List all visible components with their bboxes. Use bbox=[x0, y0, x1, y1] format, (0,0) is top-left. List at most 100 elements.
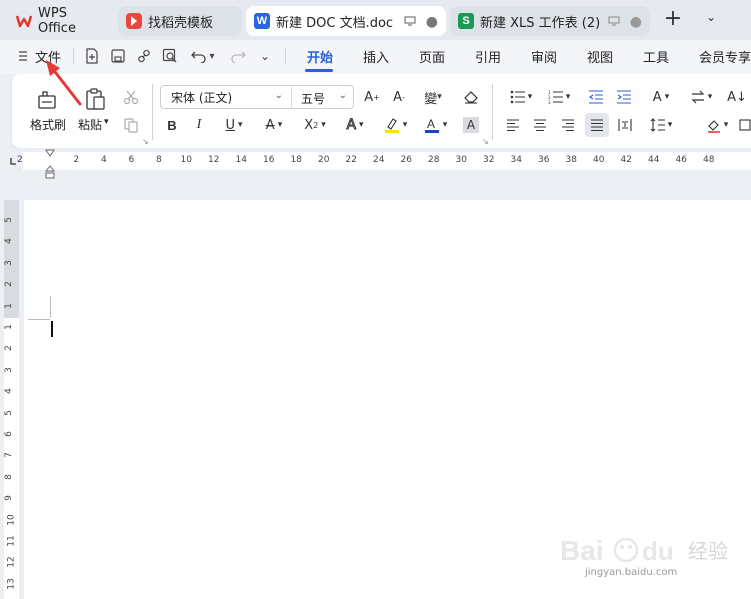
undo-dropdown-icon[interactable]: ▾ bbox=[206, 47, 218, 65]
ruler-number: 3 bbox=[3, 259, 14, 266]
menu-references[interactable]: 引用 bbox=[475, 47, 501, 66]
ruler-number: 8 bbox=[3, 473, 14, 480]
superscript-icon[interactable]: X 2 ▾ bbox=[300, 116, 330, 134]
menu-member[interactable]: 会员专享 bbox=[699, 47, 751, 66]
font-selector[interactable]: 宋体 (正文) ⌄ 五号 ⌄ bbox=[160, 85, 354, 109]
decrease-indent-icon[interactable] bbox=[587, 88, 605, 106]
align-left-icon[interactable] bbox=[504, 116, 522, 134]
paste-label[interactable]: 粘贴 bbox=[78, 116, 102, 133]
text-cursor bbox=[51, 321, 53, 337]
unsaved-dot-icon[interactable]: ● bbox=[426, 14, 438, 30]
redo-icon[interactable] bbox=[229, 47, 247, 65]
tab-bar: WPS Office 找稻壳模板 W 新建 DOC 文档.doc ● S 新建 … bbox=[0, 0, 751, 40]
ruler-number: 18 bbox=[290, 155, 302, 165]
hamburger-menu-icon[interactable] bbox=[14, 47, 32, 65]
font-name-dropdown-icon[interactable]: ⌄ bbox=[275, 90, 283, 101]
text-effect-icon[interactable]: A ▾ bbox=[340, 116, 370, 134]
menu-tools[interactable]: 工具 bbox=[643, 47, 669, 66]
ruler-number: 22 bbox=[345, 155, 357, 165]
wps-logo-icon bbox=[16, 13, 32, 29]
ruler-number: 2 bbox=[73, 155, 80, 165]
ruler-number: 26 bbox=[400, 155, 412, 165]
highlight-color-icon[interactable]: ▾ bbox=[380, 116, 410, 134]
ruler-number: 6 bbox=[3, 431, 14, 437]
sort-icon[interactable]: A↓ bbox=[727, 88, 747, 106]
link-icon[interactable] bbox=[135, 47, 153, 65]
phonetic-guide-icon[interactable]: 變 ▾ bbox=[420, 88, 446, 107]
underline-icon[interactable]: U ▾ bbox=[220, 116, 248, 134]
watermark-text: 经验 bbox=[688, 539, 728, 563]
bullet-list-icon[interactable]: ▾ bbox=[506, 88, 536, 106]
monitor-icon[interactable] bbox=[404, 15, 416, 29]
hanging-indent-marker-icon[interactable] bbox=[44, 164, 56, 180]
ruler-number: 4 bbox=[3, 388, 14, 395]
sort-swap-icon[interactable]: ▾ bbox=[686, 88, 716, 106]
ruler-number: 6 bbox=[128, 155, 135, 165]
bold-icon[interactable]: B bbox=[163, 116, 181, 134]
justify-icon[interactable] bbox=[585, 113, 609, 137]
menu-view[interactable]: 视图 bbox=[587, 47, 613, 66]
align-right-icon[interactable] bbox=[559, 116, 577, 134]
italic-icon[interactable]: I bbox=[190, 116, 208, 134]
ruler-number: 10 bbox=[6, 513, 17, 526]
font-name-value: 宋体 (正文) bbox=[171, 90, 233, 105]
text-direction-icon[interactable]: A ▾ bbox=[646, 88, 676, 106]
menu-home[interactable]: 开始 bbox=[307, 47, 333, 66]
tab-xls-sheet[interactable]: S 新建 XLS 工作表 (2) ● bbox=[450, 6, 650, 36]
ruler-number: 24 bbox=[373, 155, 385, 165]
tab-doc-document[interactable]: W 新建 DOC 文档.doc ● bbox=[246, 6, 446, 36]
svg-text:Bai: Bai bbox=[560, 535, 604, 566]
font-color-icon[interactable]: A ▾ bbox=[420, 116, 450, 134]
paragraph-shading-icon[interactable]: ▾ bbox=[702, 116, 732, 134]
tab-wps-office[interactable]: WPS Office bbox=[8, 6, 114, 36]
more-chevron-icon[interactable]: ⌄ bbox=[256, 47, 274, 65]
tab-label: 找稻壳模板 bbox=[148, 15, 214, 31]
save-icon[interactable] bbox=[109, 47, 127, 65]
paste-icon[interactable] bbox=[82, 86, 108, 112]
new-document-icon[interactable] bbox=[83, 47, 101, 65]
dialog-launcher-icon[interactable]: ↘ bbox=[142, 137, 149, 146]
ruler-number: 2 bbox=[3, 281, 14, 288]
monitor-icon[interactable] bbox=[608, 15, 620, 29]
print-preview-icon[interactable] bbox=[161, 47, 179, 65]
line-spacing-icon[interactable]: ▾ bbox=[646, 116, 676, 134]
character-shading-icon[interactable]: A bbox=[463, 117, 479, 133]
border-icon[interactable] bbox=[738, 116, 751, 134]
menu-insert[interactable]: 插入 bbox=[363, 47, 389, 66]
align-center-icon[interactable] bbox=[531, 116, 549, 134]
active-tab-indicator bbox=[305, 69, 333, 72]
increase-font-size-icon[interactable]: A + bbox=[363, 88, 381, 106]
tab-docer[interactable]: 找稻壳模板 bbox=[118, 6, 242, 36]
ruler-number: 3 bbox=[3, 366, 14, 373]
paste-dropdown-icon[interactable]: ▾ bbox=[104, 117, 109, 127]
menu-page[interactable]: 页面 bbox=[419, 47, 445, 66]
watermark-url: jingyan.baidu.com bbox=[585, 567, 678, 578]
ruler-number: 16 bbox=[263, 155, 275, 165]
ruler-number: 11 bbox=[6, 535, 17, 547]
annotation-arrow-icon bbox=[40, 58, 84, 111]
margin-corner-mark bbox=[28, 319, 50, 320]
ruler-number: 2 bbox=[17, 155, 23, 165]
format-painter-label[interactable]: 格式刷 bbox=[30, 116, 66, 133]
decrease-font-size-icon[interactable]: A- bbox=[390, 88, 408, 106]
ruler-number: 20 bbox=[318, 155, 330, 165]
new-tab-plus-icon[interactable]: + bbox=[662, 8, 684, 30]
divider bbox=[152, 84, 153, 140]
cut-icon[interactable] bbox=[122, 88, 140, 106]
chevron-down-icon[interactable]: ⌄ bbox=[702, 10, 720, 28]
font-size-value[interactable]: 五号 bbox=[301, 90, 325, 107]
ruler-number: 13 bbox=[6, 578, 17, 590]
divider bbox=[285, 48, 286, 64]
strikethrough-icon[interactable]: A ▾ bbox=[260, 116, 288, 134]
ruler-number: 5 bbox=[3, 409, 14, 416]
clear-format-eraser-icon[interactable] bbox=[462, 88, 480, 106]
numbered-list-icon[interactable]: 1 2 3 ▾ bbox=[544, 88, 574, 106]
dialog-launcher-icon[interactable]: ↘ bbox=[482, 137, 489, 146]
increase-indent-icon[interactable] bbox=[615, 88, 633, 106]
menu-review[interactable]: 审阅 bbox=[531, 47, 557, 66]
unsaved-dot-icon[interactable]: ● bbox=[630, 14, 642, 30]
distributed-align-icon[interactable] bbox=[616, 116, 634, 134]
copy-icon[interactable] bbox=[122, 116, 140, 134]
first-line-indent-marker-icon[interactable] bbox=[44, 148, 56, 160]
font-size-dropdown-icon[interactable]: ⌄ bbox=[339, 90, 347, 101]
